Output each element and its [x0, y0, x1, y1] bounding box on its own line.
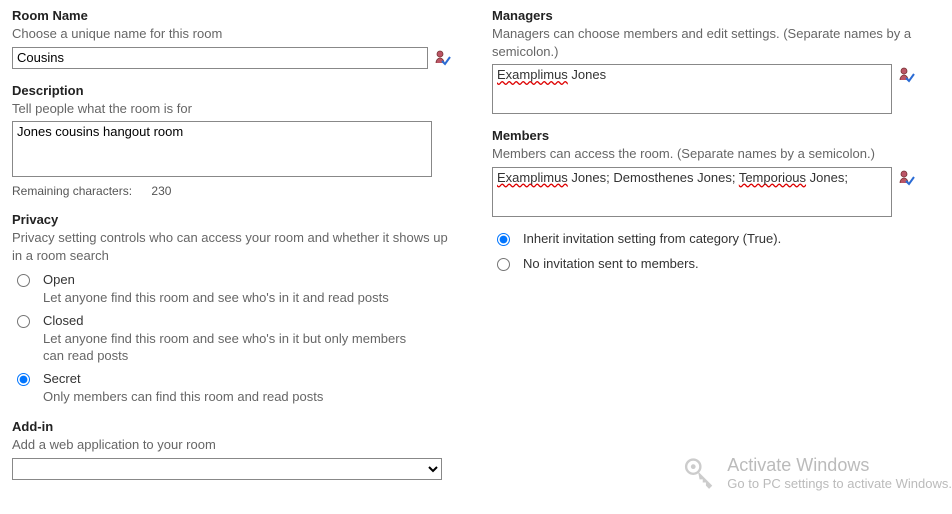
privacy-secret-label: Secret: [43, 371, 323, 386]
privacy-field: Privacy Privacy setting controls who can…: [12, 212, 452, 405]
invitation-none-label: No invitation sent to members.: [523, 256, 699, 271]
managers-label: Managers: [492, 8, 940, 23]
managers-input[interactable]: Examplimus Jones: [492, 64, 892, 114]
privacy-radio-secret[interactable]: [17, 373, 30, 386]
room-name-label: Room Name: [12, 8, 452, 23]
invitation-group: Inherit invitation setting from category…: [492, 231, 940, 271]
check-names-icon[interactable]: [898, 66, 916, 84]
members-input[interactable]: Examplimus Jones; Demosthenes Jones; Tem…: [492, 167, 892, 217]
invitation-radio-inherit[interactable]: [497, 233, 510, 246]
privacy-radio-open[interactable]: [17, 274, 30, 287]
check-names-icon[interactable]: [434, 49, 452, 67]
description-field: Description Tell people what the room is…: [12, 83, 452, 199]
invitation-option-inherit[interactable]: Inherit invitation setting from category…: [492, 231, 940, 246]
privacy-open-desc: Let anyone find this room and see who's …: [43, 289, 389, 307]
addin-select[interactable]: [12, 458, 442, 480]
privacy-radio-closed[interactable]: [17, 315, 30, 328]
remaining-characters: Remaining characters: 230: [12, 184, 452, 198]
privacy-option-open[interactable]: Open Let anyone find this room and see w…: [12, 272, 452, 307]
description-hint: Tell people what the room is for: [12, 100, 452, 118]
members-field: Members Members can access the room. (Se…: [492, 128, 940, 217]
members-label: Members: [492, 128, 940, 143]
privacy-closed-label: Closed: [43, 313, 423, 328]
managers-hint: Managers can choose members and edit set…: [492, 25, 940, 60]
privacy-secret-desc: Only members can find this room and read…: [43, 388, 323, 406]
members-hint: Members can access the room. (Separate n…: [492, 145, 940, 163]
privacy-open-label: Open: [43, 272, 389, 287]
privacy-hint: Privacy setting controls who can access …: [12, 229, 452, 264]
room-name-hint: Choose a unique name for this room: [12, 25, 452, 43]
description-input[interactable]: Jones cousins hangout room: [12, 121, 432, 177]
addin-label: Add-in: [12, 419, 452, 434]
check-names-icon[interactable]: [898, 169, 916, 187]
privacy-closed-desc: Let anyone find this room and see who's …: [43, 330, 423, 365]
privacy-option-secret[interactable]: Secret Only members can find this room a…: [12, 371, 452, 406]
room-name-input[interactable]: [12, 47, 428, 69]
invitation-inherit-label: Inherit invitation setting from category…: [523, 231, 781, 246]
privacy-label: Privacy: [12, 212, 452, 227]
addin-hint: Add a web application to your room: [12, 436, 452, 454]
addin-field: Add-in Add a web application to your roo…: [12, 419, 452, 480]
managers-field: Managers Managers can choose members and…: [492, 8, 940, 114]
invitation-radio-none[interactable]: [497, 258, 510, 271]
privacy-option-closed[interactable]: Closed Let anyone find this room and see…: [12, 313, 452, 365]
invitation-option-none[interactable]: No invitation sent to members.: [492, 256, 940, 271]
room-name-field: Room Name Choose a unique name for this …: [12, 8, 452, 69]
description-label: Description: [12, 83, 452, 98]
